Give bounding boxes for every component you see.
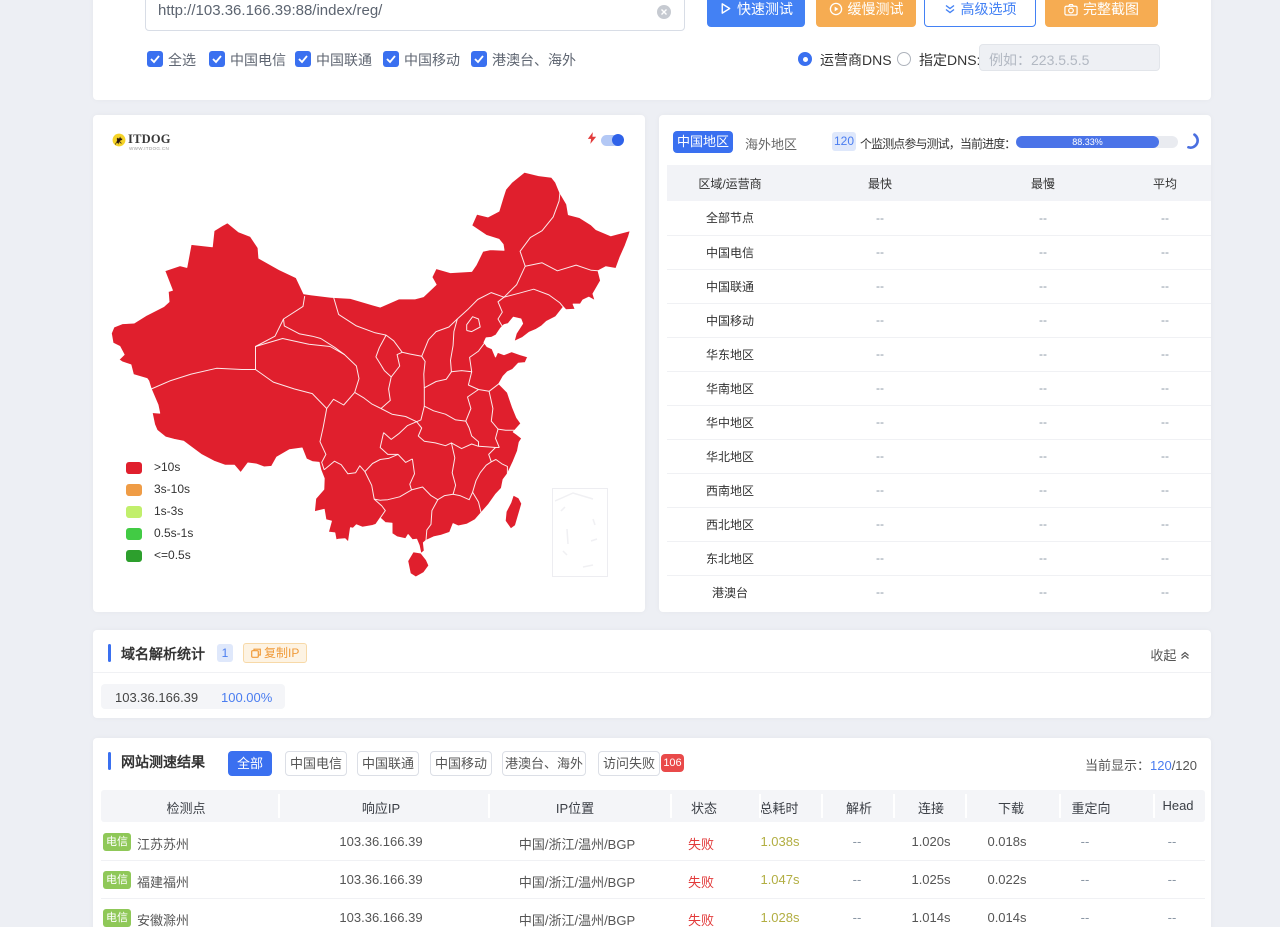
svg-text:WWW.ITDOG.CN: WWW.ITDOG.CN xyxy=(129,146,169,151)
